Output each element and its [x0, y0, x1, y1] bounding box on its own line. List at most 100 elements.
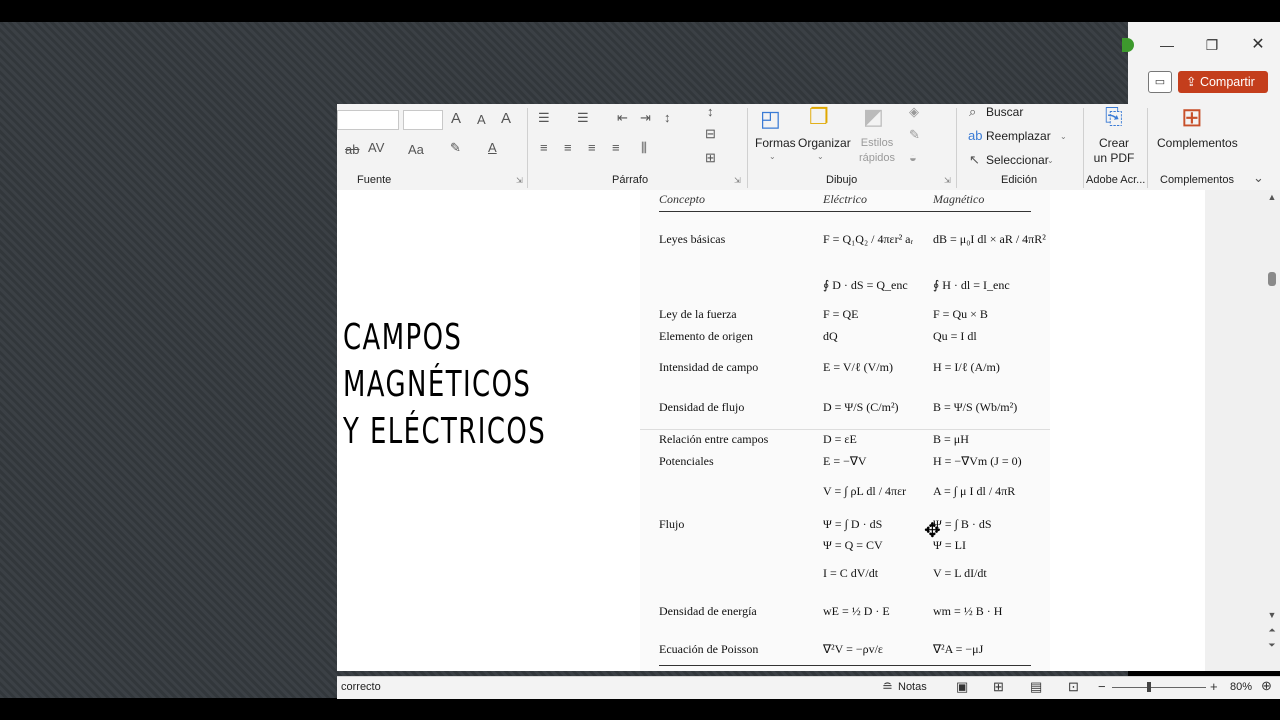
search-icon[interactable]: ⌕ [969, 104, 976, 120]
arrange-button[interactable]: Organizar [798, 136, 851, 150]
group-font-label: Fuente [357, 174, 392, 186]
vertical-scrollbar[interactable] [1265, 190, 1280, 671]
line-spacing-icon[interactable]: ↕ [664, 110, 671, 125]
select-button[interactable]: Seleccionar [986, 153, 1049, 167]
char-spacing-icon[interactable]: AV [368, 140, 384, 155]
shrink-font-icon[interactable]: A [477, 112, 486, 127]
table-row: Intensidad de campo E = V/ℓ (V/m) H = I/… [640, 360, 1050, 384]
collapse-ribbon-icon[interactable]: ⌄ [1253, 170, 1264, 186]
font-color-icon[interactable]: A [488, 140, 497, 155]
scroll-up-icon[interactable]: ▲ [1266, 192, 1278, 202]
replace-button[interactable]: Reemplazar [986, 129, 1051, 143]
create-pdf-button[interactable]: Crear un PDF [1093, 136, 1135, 166]
reading-view-icon[interactable]: ▤ [1030, 679, 1042, 695]
slide-title[interactable]: CAMPOS MAGNÉTICOS Y ELÉCTRICOS [343, 314, 546, 455]
align-right-icon[interactable]: ≡ [588, 140, 596, 155]
addins-button[interactable]: Complementos [1157, 136, 1238, 150]
zoom-slider-handle[interactable] [1147, 682, 1151, 692]
arrange-icon[interactable]: ❐ [809, 104, 829, 130]
smartart-icon[interactable]: ⊞ [705, 150, 716, 166]
change-case-icon[interactable]: Aa [408, 142, 424, 157]
bottom-rule [659, 665, 1031, 666]
comparison-table-image[interactable]: Concepto Eléctrico Magnético Leyes básic… [640, 190, 1050, 671]
comments-button[interactable]: ▭ [1148, 71, 1172, 93]
cell-magnetic: ∇²A = −μJ [933, 642, 984, 656]
chevron-down-icon[interactable]: ⌄ [1060, 132, 1067, 141]
cell-concept: Ley de la fuerza [659, 307, 737, 321]
chevron-down-icon[interactable]: ⌄ [769, 152, 776, 161]
replace-icon[interactable]: ab [968, 128, 982, 143]
cell-magnetic: B = μH [933, 432, 969, 446]
zoom-slider[interactable] [1112, 687, 1206, 688]
slide-sorter-icon[interactable]: ⊞ [993, 679, 1004, 695]
cell-electric: F = QE [823, 307, 859, 321]
cell-electric: Ψ = ∫ D · dS [823, 517, 883, 531]
grow-font-icon[interactable]: A [451, 110, 461, 127]
shape-effects-icon[interactable]: ◒ [909, 150, 917, 165]
chevron-down-icon[interactable]: ⌄ [1047, 156, 1054, 165]
zoom-in-icon[interactable]: + [1210, 679, 1218, 694]
bullets-icon[interactable]: ☰ [538, 110, 550, 126]
divider [1147, 108, 1148, 188]
highlight-icon[interactable]: ✎ [450, 140, 461, 156]
shapes-icon[interactable]: ◰ [760, 106, 781, 132]
slideshow-icon[interactable]: ⊡ [1068, 679, 1079, 695]
columns-icon[interactable]: ⫼ [641, 140, 647, 156]
scroll-down-icon[interactable]: ▼ [1266, 610, 1278, 620]
quick-styles-icon[interactable]: ◩ [863, 104, 884, 130]
text-direction-icon[interactable]: ↕ [707, 104, 714, 119]
cell-electric: E = −∇V [823, 454, 867, 468]
select-cursor-icon[interactable]: ↖ [969, 152, 980, 168]
cell-concept: Flujo [659, 517, 685, 531]
cell-magnetic: H = I/ℓ (A/m) [933, 360, 1000, 374]
table-row: Elemento de origen dQ Qu = I dl [640, 329, 1050, 353]
shapes-button[interactable]: Formas [755, 136, 796, 150]
next-slide-icon[interactable]: ⏷ [1266, 640, 1278, 651]
shape-fill-icon[interactable]: ◈ [909, 104, 919, 120]
font-size-combo[interactable] [403, 110, 443, 130]
notes-icon[interactable]: ≘ [882, 679, 893, 695]
restore-icon[interactable]: ❐ [1197, 34, 1227, 56]
align-left-icon[interactable]: ≡ [540, 140, 548, 155]
group-paragraph-label: Párrafo [612, 174, 649, 186]
cell-magnetic: Qu = I dl [933, 329, 977, 343]
group-addins-label: Complementos [1160, 174, 1234, 186]
cell-electric: D = εE [823, 432, 857, 446]
align-center-icon[interactable]: ≡ [564, 140, 572, 155]
find-button[interactable]: Buscar [986, 105, 1023, 119]
move-cursor-icon: ✥ [924, 520, 941, 542]
cell-concept: Potenciales [659, 454, 714, 468]
shape-outline-icon[interactable]: ✎ [909, 127, 920, 143]
chevron-down-icon[interactable]: ⌄ [817, 152, 824, 161]
share-icon: ⇪ [1186, 75, 1200, 89]
zoom-out-icon[interactable]: − [1098, 679, 1106, 694]
close-icon[interactable]: ✕ [1243, 34, 1273, 56]
zoom-level[interactable]: 80% [1230, 681, 1252, 693]
fit-to-window-icon[interactable]: ⊕ [1261, 678, 1272, 694]
scroll-thumb[interactable] [1268, 272, 1276, 286]
cell-concept: Relación entre campos [659, 432, 769, 446]
dialog-launcher-icon[interactable]: ⇲ [944, 176, 951, 185]
normal-view-icon[interactable]: ▣ [956, 679, 968, 695]
share-button[interactable]: ⇪ Compartir ⌄ [1178, 71, 1268, 111]
align-text-icon[interactable]: ⊟ [705, 126, 716, 142]
notes-button[interactable]: Notas [898, 681, 927, 693]
prev-slide-icon[interactable]: ⏶ [1266, 625, 1278, 636]
dialog-launcher-icon[interactable]: ⇲ [734, 176, 741, 185]
pdf-icon[interactable]: ⎘ [1105, 104, 1123, 130]
table-row: ∮ D · dS = Q_enc ∮ H · dl = I_enc [640, 278, 1050, 302]
numbering-icon[interactable]: ☰ [577, 110, 589, 126]
increase-indent-icon[interactable]: ⇥ [640, 110, 651, 126]
cell-concept: Elemento de origen [659, 329, 753, 343]
minimize-icon[interactable]: — [1152, 34, 1182, 56]
group-drawing-label: Dibujo [826, 174, 858, 186]
cell-electric: E = V/ℓ (V/m) [823, 360, 893, 374]
strikethrough-icon[interactable]: ab [345, 142, 359, 157]
dialog-launcher-icon[interactable]: ⇲ [516, 176, 523, 185]
justify-icon[interactable]: ≡ [612, 140, 620, 155]
quick-styles-button[interactable]: Estilos rápidos [853, 136, 901, 166]
clear-format-icon[interactable]: A [501, 110, 511, 127]
addins-icon[interactable]: ⊞ [1181, 102, 1203, 133]
decrease-indent-icon[interactable]: ⇤ [617, 110, 628, 126]
font-name-combo[interactable] [337, 110, 399, 130]
